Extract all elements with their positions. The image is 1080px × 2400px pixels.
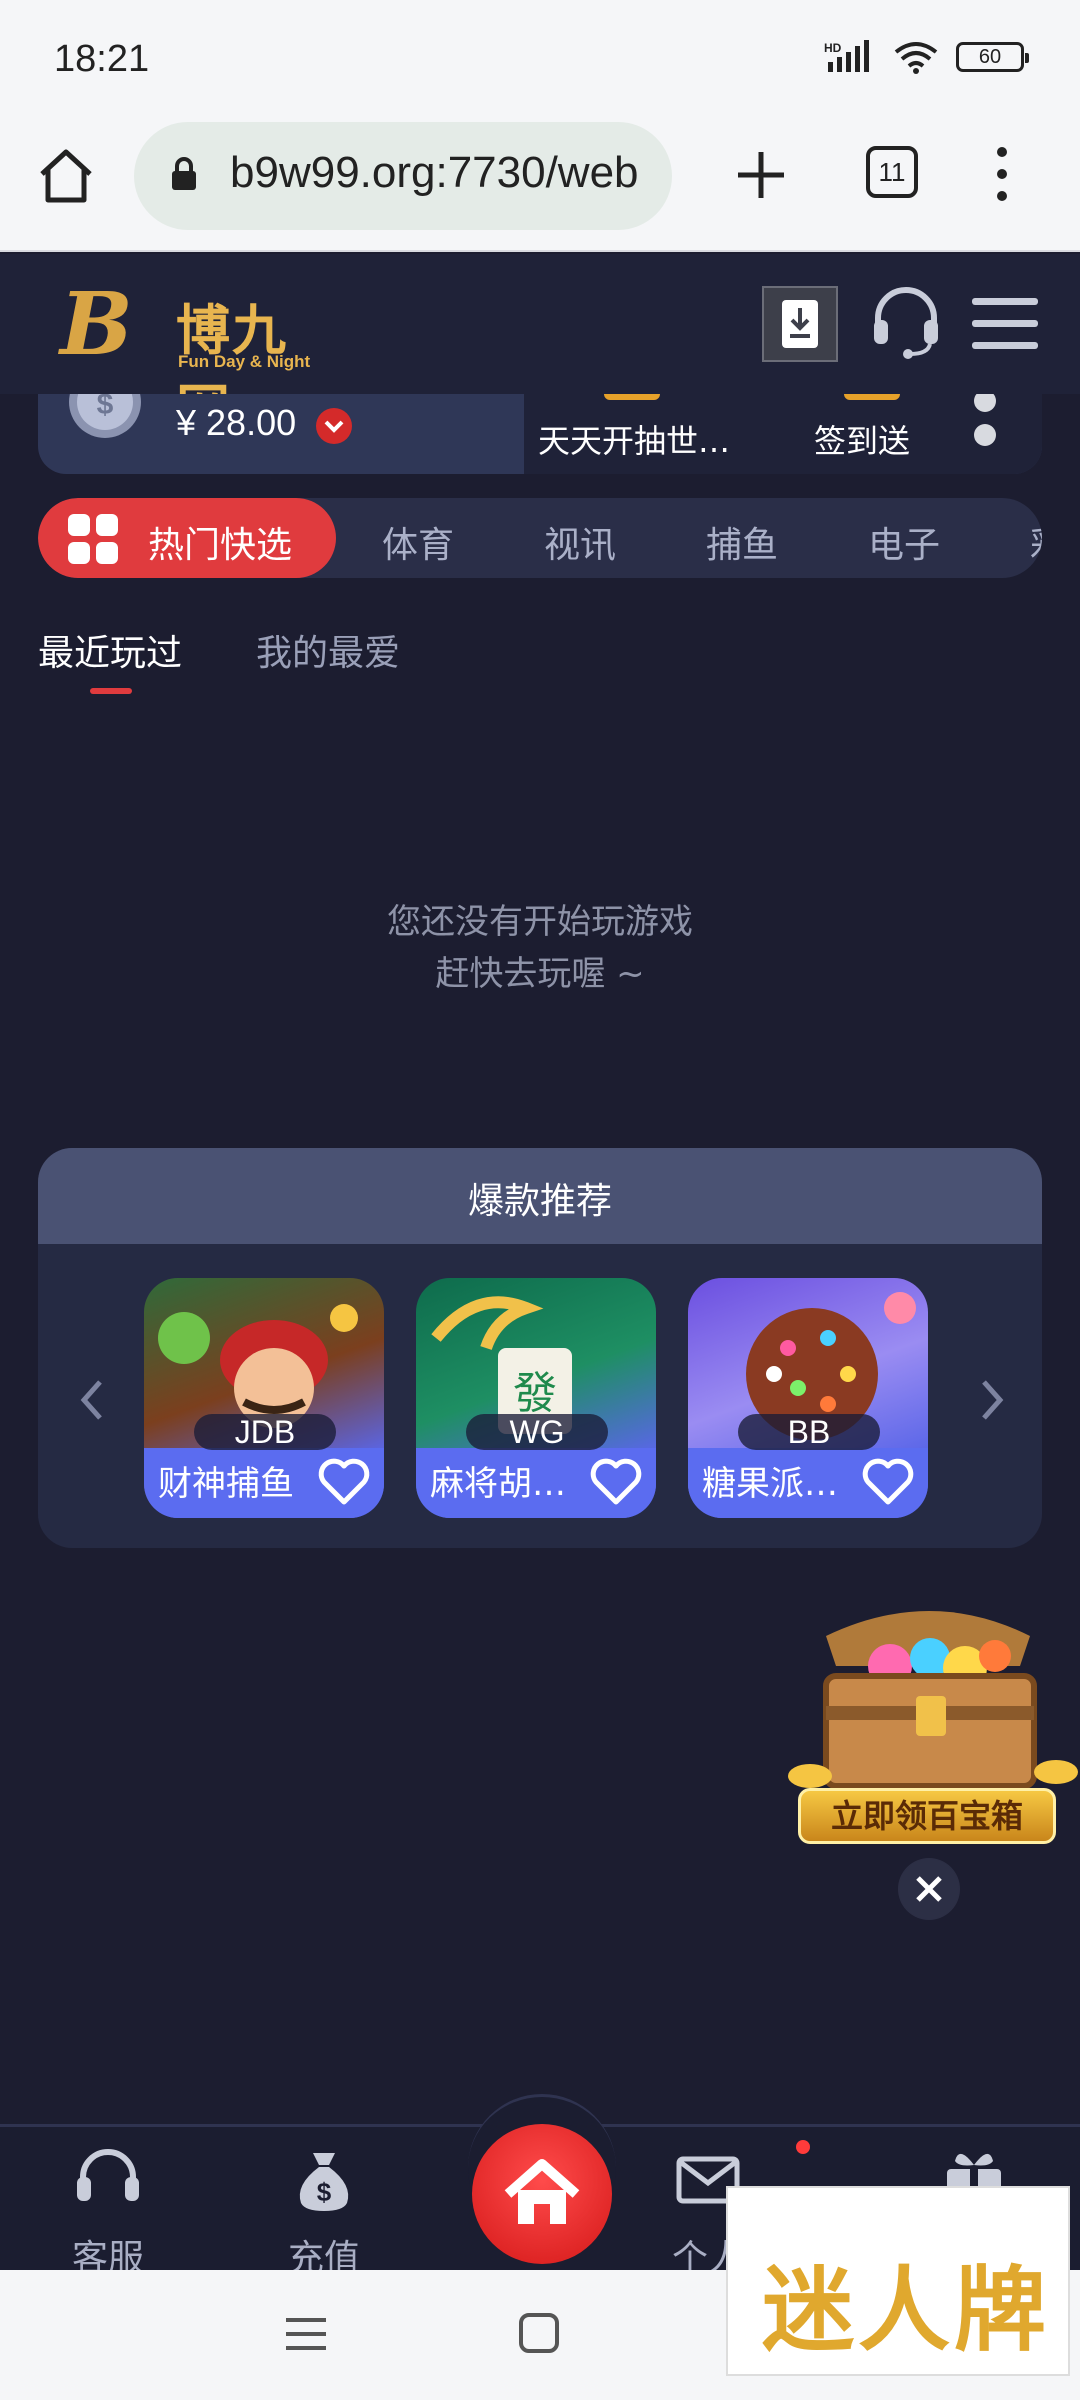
game-provider-badge: JDB [194, 1414, 336, 1450]
game-name: 麻将胡… [430, 1464, 566, 1504]
tab-my-favorites[interactable]: 我的最爱 [256, 624, 400, 676]
treasure-chest-icon [788, 1611, 1078, 1789]
nav-home-button[interactable] [472, 2124, 612, 2264]
chevron-left-icon[interactable] [72, 1370, 112, 1430]
promo-item-1[interactable]: 天天开抽世… [538, 416, 730, 462]
watermark-text: 迷人牌 [762, 2256, 1051, 2364]
signal-icon: HD [824, 40, 869, 72]
wifi-icon [894, 42, 938, 74]
promo-icon-1 [604, 394, 660, 400]
logo-mark: B [60, 274, 133, 375]
balance-card: $ ¥ 28.00 天天开抽世… 签到送 [38, 394, 1042, 474]
category-tabs: 热门快选 体育 视讯 捕鱼 电子 彩 [38, 498, 1042, 578]
watermark: 迷人牌 [726, 2186, 1070, 2376]
headset-icon [77, 2149, 139, 2201]
pager-dot[interactable] [974, 394, 996, 412]
notification-dot [796, 2140, 810, 2154]
game-name: 财神捕鱼 [158, 1464, 294, 1504]
nav-deposit[interactable]: $ 充值 [264, 2137, 384, 2279]
site-header: B 博九网 Fun Day & Night [0, 254, 1080, 441]
nav-customer-service[interactable]: 客服 [48, 2137, 168, 2279]
status-icons: HD 60 [824, 40, 1029, 74]
game-card[interactable]: 發 WG 麻将胡… [416, 1278, 656, 1518]
close-icon[interactable] [898, 1858, 960, 1920]
promo-notices: 天天开抽世… 签到送 [524, 394, 1042, 474]
battery-indicator: 60 [956, 42, 1029, 72]
heart-icon[interactable] [860, 1456, 916, 1508]
svg-text:HD: HD [824, 41, 842, 55]
active-tab-indicator [90, 688, 132, 694]
svg-text:$: $ [317, 2177, 332, 2207]
tab-hot-picks[interactable]: 热门快选 [38, 498, 336, 578]
site-logo[interactable]: B 博九网 Fun Day & Night [60, 272, 330, 441]
download-icon [782, 300, 818, 348]
empty-state-message: 您还没有开始玩游戏 [387, 902, 693, 942]
game-card[interactable]: JDB 财神捕鱼 [144, 1278, 384, 1518]
system-home-icon[interactable] [518, 2312, 560, 2354]
status-bar: 18:21 HD 60 [0, 0, 1080, 122]
svg-text:$: $ [97, 394, 114, 421]
new-tab-icon[interactable] [734, 148, 788, 202]
game-provider-badge: WG [466, 1414, 608, 1450]
home-icon [504, 2159, 580, 2224]
promo-item-2[interactable]: 签到送 [814, 416, 910, 462]
tab-fishing[interactable]: 捕鱼 [706, 516, 778, 568]
balance-amount: ¥ 28.00 [176, 402, 297, 443]
tab-lottery[interactable]: 彩 [1030, 516, 1042, 568]
heart-icon[interactable] [316, 1456, 372, 1508]
tab-slots[interactable]: 电子 [868, 516, 940, 568]
address-bar[interactable]: b9w99.org:7730/web [134, 122, 672, 230]
empty-state-hint: 赶快去玩喔 ~ [435, 954, 645, 994]
svg-text:發: 發 [513, 1368, 557, 1419]
tab-hot-picks-label: 热门快选 [148, 525, 293, 566]
game-name: 糖果派… [702, 1464, 838, 1504]
status-time: 18:21 [54, 38, 150, 80]
chevron-right-icon[interactable] [972, 1370, 1012, 1430]
recents-icon[interactable] [284, 2314, 328, 2354]
tab-switcher-button[interactable]: 11 [866, 146, 918, 198]
money-bag-icon: $ [299, 2153, 349, 2211]
heart-icon[interactable] [588, 1456, 644, 1508]
game-provider-badge: BB [738, 1414, 880, 1450]
recommend-title: 爆款推荐 [467, 1181, 612, 1222]
customer-service-icon[interactable] [868, 284, 944, 360]
logo-slogan: Fun Day & Night [178, 352, 311, 371]
browser-toolbar: b9w99.org:7730/web 11 [0, 122, 1080, 252]
treasure-chest-promo[interactable]: 立即领百宝箱 [780, 1596, 1080, 1856]
tab-recently-played[interactable]: 最近玩过 [38, 624, 182, 676]
chevron-down-icon[interactable] [316, 408, 352, 444]
coin-icon: $ [69, 394, 141, 438]
treasure-chest-label: 立即领百宝箱 [798, 1788, 1056, 1844]
browser-home-icon[interactable] [36, 146, 96, 206]
more-options-icon[interactable] [990, 144, 1014, 204]
grid-icon [68, 514, 118, 564]
promo-icon-2 [844, 394, 900, 400]
recommend-panel: 爆款推荐 JDB 财神捕鱼 發 WG 麻将胡… BB 糖果派… [38, 1148, 1042, 1548]
download-app-button[interactable] [762, 286, 838, 362]
pager-dot[interactable] [974, 424, 996, 446]
lock-icon [172, 157, 196, 190]
tab-sports[interactable]: 体育 [382, 516, 454, 568]
game-card[interactable]: BB 糖果派… [688, 1278, 928, 1518]
url-text: b9w99.org:7730/web [230, 148, 639, 197]
recommend-header: 爆款推荐 [38, 1148, 1042, 1244]
tab-live[interactable]: 视讯 [544, 516, 616, 568]
hamburger-menu-icon[interactable] [970, 294, 1040, 354]
